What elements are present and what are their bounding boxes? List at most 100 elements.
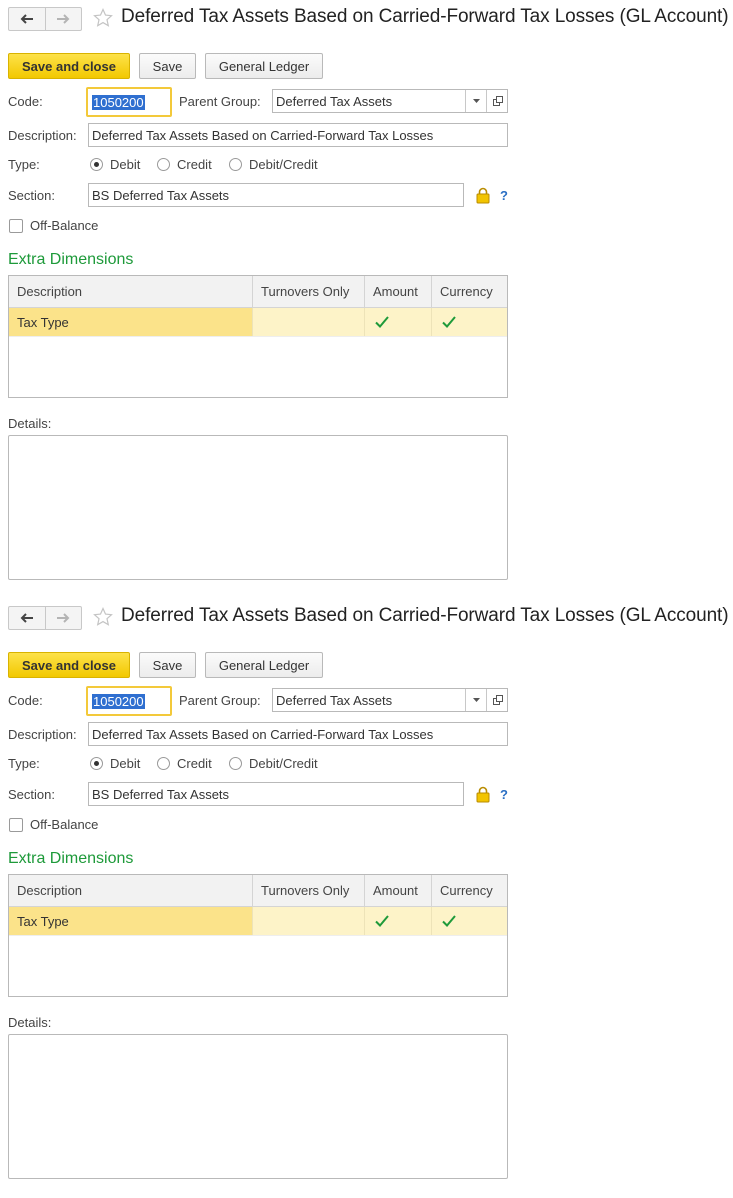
section-value: BS Deferred Tax Assets	[92, 786, 230, 802]
lock-icon[interactable]	[476, 187, 490, 204]
code-field[interactable]: 1050200	[86, 87, 172, 117]
description-label: Description:	[8, 128, 77, 143]
description-value: Deferred Tax Assets Based on Carried-For…	[92, 127, 434, 143]
parent-group-value: Deferred Tax Assets	[276, 692, 393, 708]
type-credit-label: Credit	[177, 157, 212, 172]
section-field[interactable]: BS Deferred Tax Assets	[88, 183, 464, 207]
column-header-currency[interactable]: Currency	[432, 875, 507, 906]
open-window-icon	[492, 96, 503, 106]
parent-group-value: Deferred Tax Assets	[276, 93, 393, 109]
forward-arrow-icon	[57, 613, 70, 623]
type-debit-label: Debit	[110, 157, 141, 172]
column-header-turnovers-only[interactable]: Turnovers Only	[253, 276, 365, 307]
parent-group-label: Parent Group:	[179, 94, 261, 109]
column-header-amount[interactable]: Amount	[365, 875, 432, 906]
window-title: Deferred Tax Assets Based on Carried-For…	[121, 6, 729, 27]
save-and-close-button[interactable]: Save and close	[8, 652, 130, 678]
description-field[interactable]: Deferred Tax Assets Based on Carried-For…	[88, 123, 508, 147]
back-arrow-icon	[20, 613, 33, 623]
extra-dimensions-title: Extra Dimensions	[8, 251, 134, 268]
column-header-currency[interactable]: Currency	[432, 276, 507, 307]
checkmark-icon	[375, 316, 389, 328]
general-ledger-button[interactable]: General Ledger	[205, 53, 323, 79]
section-label: Section:	[8, 188, 55, 203]
parent-group-dropdown-button[interactable]	[465, 90, 487, 112]
details-textarea[interactable]	[8, 1034, 508, 1179]
type-debit-radio[interactable]	[90, 158, 103, 171]
type-debit-credit-label: Debit/Credit	[249, 157, 318, 172]
back-button[interactable]	[9, 607, 45, 629]
type-credit-radio[interactable]	[157, 158, 170, 171]
type-debit-radio[interactable]	[90, 757, 103, 770]
row-description-cell[interactable]: Tax Type	[9, 907, 253, 935]
description-label: Description:	[8, 727, 77, 742]
type-debit-label: Debit	[110, 756, 141, 771]
type-label: Type:	[8, 157, 40, 172]
parent-group-dropdown-button[interactable]	[465, 689, 487, 711]
description-value: Deferred Tax Assets Based on Carried-For…	[92, 726, 434, 742]
checkmark-icon	[442, 316, 456, 328]
type-label: Type:	[8, 756, 40, 771]
details-textarea[interactable]	[8, 435, 508, 580]
code-field[interactable]: 1050200	[86, 686, 172, 716]
table-header: Description Turnovers Only Amount Curren…	[9, 875, 507, 907]
details-label: Details:	[8, 416, 52, 431]
row-description-cell[interactable]: Tax Type	[9, 308, 253, 336]
type-credit-label: Credit	[177, 756, 212, 771]
chevron-down-icon	[473, 698, 480, 702]
save-button[interactable]: Save	[139, 53, 196, 79]
table-row[interactable]: Tax Type	[9, 907, 507, 936]
row-currency-cell[interactable]	[432, 907, 507, 935]
type-debit-credit-label: Debit/Credit	[249, 756, 318, 771]
checkmark-icon	[375, 915, 389, 927]
row-amount-cell[interactable]	[365, 907, 432, 935]
forward-button[interactable]	[44, 8, 82, 30]
column-header-description[interactable]: Description	[9, 875, 253, 906]
description-field[interactable]: Deferred Tax Assets Based on Carried-For…	[88, 722, 508, 746]
extra-dimensions-title: Extra Dimensions	[8, 850, 134, 867]
form-pane-1: Deferred Tax Assets Based on Carried-For…	[0, 0, 733, 599]
parent-group-field[interactable]: Deferred Tax Assets	[272, 688, 508, 712]
parent-group-open-button[interactable]	[486, 90, 507, 112]
parent-group-field[interactable]: Deferred Tax Assets	[272, 89, 508, 113]
open-window-icon	[492, 695, 503, 705]
details-label: Details:	[8, 1015, 52, 1030]
star-icon[interactable]	[93, 607, 113, 627]
column-header-description[interactable]: Description	[9, 276, 253, 307]
code-label: Code:	[8, 94, 43, 109]
row-turnovers-only-cell[interactable]	[253, 308, 365, 336]
type-debit-credit-radio[interactable]	[229, 757, 242, 770]
help-link[interactable]: ?	[500, 188, 508, 203]
type-credit-radio[interactable]	[157, 757, 170, 770]
section-field[interactable]: BS Deferred Tax Assets	[88, 782, 464, 806]
forward-button[interactable]	[44, 607, 82, 629]
lock-icon[interactable]	[476, 786, 490, 803]
parent-group-label: Parent Group:	[179, 693, 261, 708]
row-currency-cell[interactable]	[432, 308, 507, 336]
off-balance-label: Off-Balance	[30, 218, 99, 233]
back-arrow-icon	[20, 14, 33, 24]
back-button[interactable]	[9, 8, 45, 30]
off-balance-checkbox[interactable]	[9, 818, 23, 832]
row-turnovers-only-cell[interactable]	[253, 907, 365, 935]
table-row[interactable]: Tax Type	[9, 308, 507, 337]
save-and-close-button[interactable]: Save and close	[8, 53, 130, 79]
star-icon[interactable]	[93, 8, 113, 28]
save-button[interactable]: Save	[139, 652, 196, 678]
form-pane-2: Deferred Tax Assets Based on Carried-For…	[0, 599, 733, 1198]
code-value: 1050200	[92, 693, 145, 709]
extra-dimensions-table[interactable]: Description Turnovers Only Amount Curren…	[8, 874, 508, 997]
general-ledger-button[interactable]: General Ledger	[205, 652, 323, 678]
section-value: BS Deferred Tax Assets	[92, 187, 230, 203]
type-debit-credit-radio[interactable]	[229, 158, 242, 171]
help-link[interactable]: ?	[500, 787, 508, 802]
parent-group-open-button[interactable]	[486, 689, 507, 711]
column-header-turnovers-only[interactable]: Turnovers Only	[253, 875, 365, 906]
forward-arrow-icon	[57, 14, 70, 24]
off-balance-checkbox[interactable]	[9, 219, 23, 233]
table-header: Description Turnovers Only Amount Curren…	[9, 276, 507, 308]
extra-dimensions-table[interactable]: Description Turnovers Only Amount Curren…	[8, 275, 508, 398]
row-amount-cell[interactable]	[365, 308, 432, 336]
navigation-buttons	[8, 7, 82, 31]
column-header-amount[interactable]: Amount	[365, 276, 432, 307]
